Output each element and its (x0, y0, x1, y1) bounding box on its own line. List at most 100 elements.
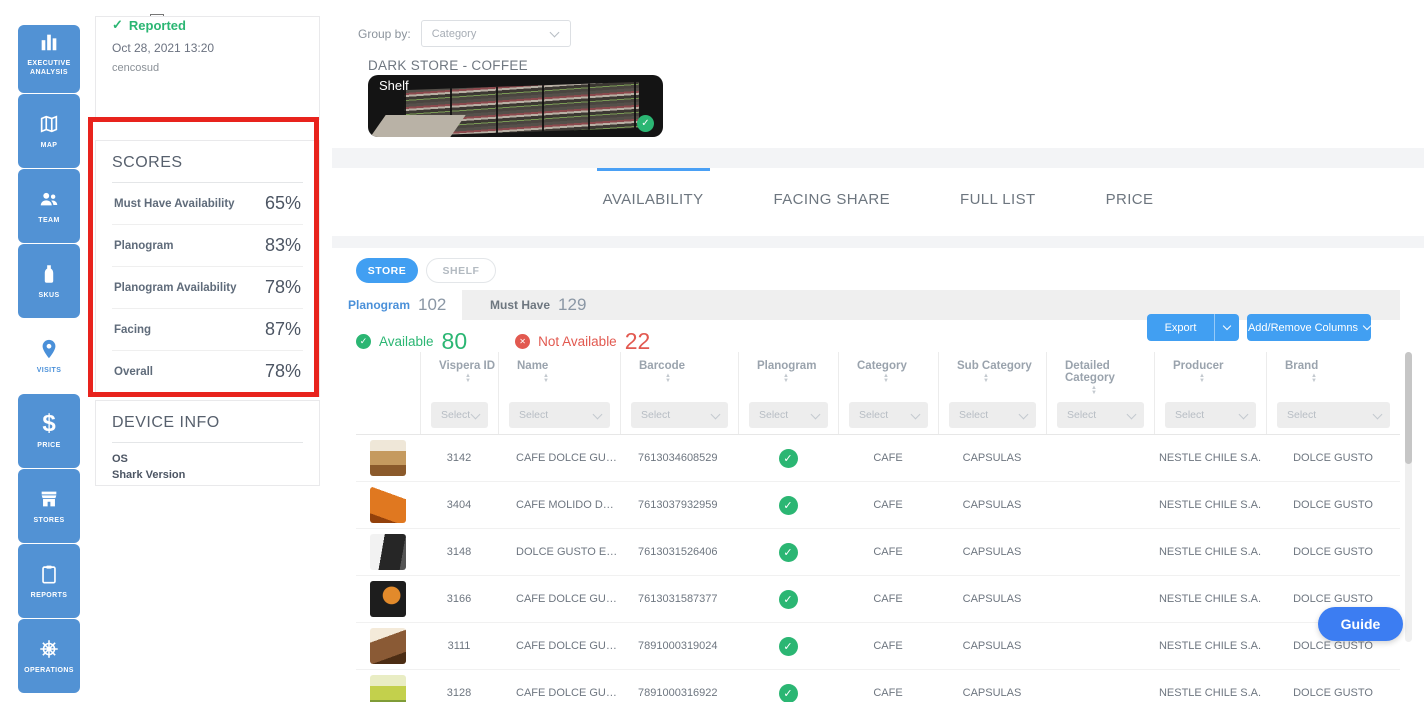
product-image (370, 440, 406, 476)
tab-price[interactable]: PRICE (1100, 168, 1160, 236)
scores-title: SCORES (112, 154, 303, 183)
store-icon (37, 487, 61, 511)
table-row[interactable]: 3166 CAFE DOLCE GUSTO ... 7613031587377 … (356, 576, 1400, 623)
column-header[interactable]: Sub Category ▲ ▼ (938, 352, 1046, 398)
column-header[interactable]: Category ▲ ▼ (838, 352, 938, 398)
available-count: 80 (441, 328, 468, 354)
helm-icon (37, 637, 61, 661)
table-row[interactable]: 3111 CAFE DOLCE GUSTO ... 7891000319024 … (356, 623, 1400, 670)
scores-panel: SCORES Must Have Availability 65% Planog… (95, 140, 320, 397)
scrollbar-thumb[interactable] (1405, 352, 1412, 464)
score-label: Overall (114, 365, 153, 378)
subtab-must-have[interactable]: Must Have 129 (474, 290, 602, 320)
column-header[interactable]: Brand ▲ ▼ (1266, 352, 1400, 398)
sidebar-item-label: TEAM (38, 217, 60, 224)
view-toggle-shelf[interactable]: SHELF (426, 258, 496, 283)
planogram-available-check-icon: ✓ (778, 636, 798, 656)
planogram-available-check-icon: ✓ (778, 448, 798, 468)
table-row[interactable]: 3148 DOLCE GUSTO EXPR... 7613031526406 ✓… (356, 529, 1400, 576)
sidebar-item-price[interactable]: $ PRICE (18, 394, 80, 468)
sidebar-item-label: REPORTS (30, 592, 68, 599)
column-filter-select[interactable]: Select (631, 402, 728, 428)
score-label: Facing (114, 323, 152, 336)
table-row[interactable]: 3404 CAFE MOLIDO DOLC... 7613037932959 ✓… (356, 482, 1400, 529)
subtab-planogram[interactable]: Planogram 102 (332, 290, 463, 320)
sidebar-item-stores[interactable]: STORES (18, 469, 80, 543)
table-row[interactable]: 3128 CAFE DOLCE GUSTO ... 7891000316922 … (356, 670, 1400, 702)
filter-cell-empty (356, 398, 420, 434)
not-available-label: Not Available (538, 334, 617, 349)
column-header[interactable]: Detailed Category ▲ ▼ (1046, 352, 1154, 398)
chevron-down-icon (710, 409, 721, 420)
tab-bar: AVAILABILITY FACING SHARE FULL LIST PRIC… (332, 168, 1424, 236)
column-filter-select[interactable]: Select (949, 402, 1036, 428)
export-button[interactable]: Export (1147, 314, 1239, 341)
sidebar-item-reports[interactable]: REPORTS (18, 544, 80, 618)
sidebar-item-skus[interactable]: SKUS (18, 244, 80, 318)
score-label: Planogram (114, 239, 174, 252)
sidebar-item-visits[interactable]: VISITS (18, 319, 80, 393)
group-by-select[interactable]: Category (420, 20, 571, 47)
sidebar-item-map[interactable]: MAP (18, 94, 80, 168)
add-remove-columns-button[interactable]: Add/Remove Columns (1247, 314, 1372, 341)
planogram-available-check-icon: ✓ (778, 683, 798, 702)
group-by-label: Group by: (358, 26, 411, 41)
report-status: ✓ Reported (112, 17, 186, 33)
column-filter-select[interactable]: Select (1277, 402, 1390, 428)
tab-availability[interactable]: AVAILABILITY (596, 168, 710, 236)
column-header[interactable]: Producer ▲ ▼ (1154, 352, 1266, 398)
chevron-down-icon (1238, 409, 1249, 420)
bottle-icon (37, 262, 61, 286)
score-value: 83% (264, 235, 301, 255)
column-filter-select[interactable]: Select (1057, 402, 1144, 428)
score-label: Must Have Availability (114, 197, 235, 210)
tab-facing-share[interactable]: FACING SHARE (768, 168, 897, 236)
chevron-down-icon (470, 409, 481, 420)
score-label: Planogram Availability (114, 281, 237, 294)
sort-icon: ▲ ▼ (665, 373, 671, 384)
sidebar-item-label: OPERATIONS (24, 667, 74, 674)
shelf-thumbnail[interactable]: Shelf ✓ (368, 75, 663, 137)
column-filter-select[interactable]: Select (849, 402, 928, 428)
column-header[interactable]: Name ▲ ▼ (498, 352, 620, 398)
table-row[interactable]: 3142 CAFE DOLCE GUSTO ... 7613034608529 … (356, 435, 1400, 482)
available-check-icon: ✓ (356, 334, 371, 349)
report-status-card: ✓ Reported Oct 28, 2021 13:20 cencosud (95, 16, 320, 120)
shelf-floor (370, 115, 466, 137)
column-filter-select[interactable]: Select (1165, 402, 1256, 428)
visits-detail-page: EXECUTIVE ANALYSIS MAP TEAM SKUS VISITS (0, 0, 1424, 702)
sidebar-item-label: MAP (40, 142, 58, 149)
column-header[interactable]: Barcode ▲ ▼ (620, 352, 738, 398)
device-info-panel: DEVICE INFO OS Shark Version (95, 400, 320, 486)
column-header[interactable]: Planogram ▲ ▼ (738, 352, 838, 398)
available-label: Available (379, 334, 434, 349)
dollar-icon: $ (42, 410, 56, 437)
sidebar-item-label: EXECUTIVE ANALYSIS (27, 59, 71, 76)
team-icon (37, 187, 61, 211)
main-content: Group by: Category DARK STORE - COFFEE S… (332, 0, 1424, 702)
device-os-value: Shark Version (112, 469, 186, 481)
chevron-down-icon (549, 27, 560, 38)
chevron-down-icon[interactable] (1215, 321, 1239, 331)
score-value: 65% (264, 193, 301, 213)
sidebar-item-executive-analysis[interactable]: EXECUTIVE ANALYSIS (18, 25, 80, 93)
shelf-thumbnail-label: Shelf (379, 78, 409, 93)
products-table: Vispera ID ▲ ▼ Name ▲ ▼ Barcode ▲ ▼ Planogram ▲… (356, 352, 1400, 702)
sort-icon: ▲ ▼ (1199, 373, 1205, 384)
tab-full-list[interactable]: FULL LIST (954, 168, 1042, 236)
column-filter-select[interactable]: Select (749, 402, 828, 428)
sidebar-item-operations[interactable]: OPERATIONS (18, 619, 80, 693)
sidebar-item-team[interactable]: TEAM (18, 169, 80, 243)
table-scrollbar[interactable] (1405, 352, 1412, 642)
score-value: 78% (264, 361, 301, 381)
clipboard-icon (37, 562, 61, 586)
chevron-down-icon (1018, 409, 1029, 420)
device-info-title: DEVICE INFO (112, 414, 303, 443)
view-toggle-store[interactable]: STORE (356, 258, 418, 283)
report-timestamp: Oct 28, 2021 13:20 (112, 41, 215, 55)
column-header[interactable]: Vispera ID ▲ ▼ (420, 352, 498, 398)
guide-button[interactable]: Guide (1318, 607, 1403, 641)
column-filter-select[interactable]: Select (431, 402, 488, 428)
sort-icon: ▲ ▼ (883, 373, 889, 384)
column-filter-select[interactable]: Select (509, 402, 610, 428)
